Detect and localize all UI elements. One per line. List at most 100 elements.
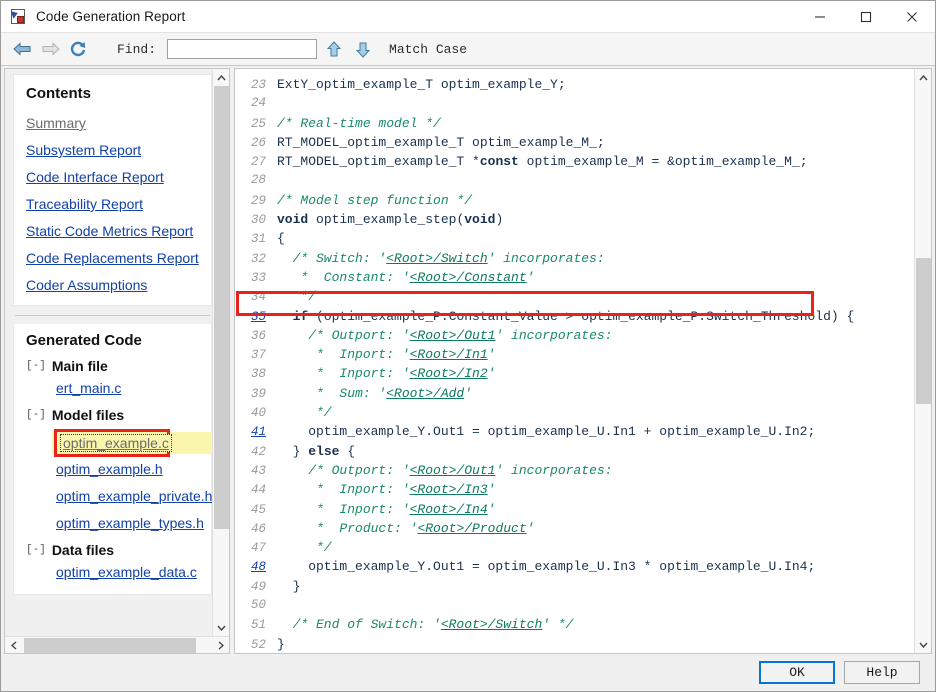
code-block-link[interactable]: <Root>/In3 [410,482,488,497]
code-comment: ' */ [542,617,574,633]
code-block-link[interactable]: <Root>/Product [417,521,526,536]
collapse-toggle-icon[interactable]: [-] [26,409,46,421]
down-arrow-icon[interactable] [351,37,375,61]
up-arrow-icon[interactable] [322,37,346,61]
code-line-text: if (optim_example_P.Constant_Value > opt… [277,307,914,326]
file-link-optim-example-c[interactable]: optim_example.c [60,434,172,452]
code-block-link[interactable]: <Root>/In1 [410,347,488,362]
report-icon [10,8,27,25]
code-line-number: 32 [250,251,266,266]
code-line: 43 /* Outport: '<Root>/Out1' incorporate… [235,461,914,480]
sidebar-hscroll-thumb[interactable] [24,637,196,653]
sidebar-horizontal-scrollbar[interactable] [5,636,229,653]
file-link-optim-example-h[interactable]: optim_example.h [56,461,163,477]
file-link-ert-main-c[interactable]: ert_main.c [56,380,121,396]
code-comment: /* Switch: ' [277,250,387,266]
sidebar-item-code-replacements-report[interactable]: Code Replacements Report [26,250,199,266]
code-line-text: ExtY_optim_example_T optim_example_Y; [277,75,914,94]
code-vertical-scrollbar[interactable] [914,69,931,653]
code-line-number: 29 [250,193,266,208]
code-block-link[interactable]: <Root>/Switch [441,617,542,632]
code-comment: ' [487,501,496,517]
close-icon[interactable] [889,1,935,33]
code-line-number: 37 [250,348,266,363]
code-block-link[interactable]: <Root>/Out1 [410,463,496,478]
sidebar-item-coder-assumptions[interactable]: Coder Assumptions [26,277,199,293]
match-case-label[interactable]: Match Case [389,42,467,57]
dialog-footer: OK Help [1,654,935,691]
code-line-text: * Inport: '<Root>/In1' [277,345,914,364]
generated-code-panel: Generated Code [-] Main file ert_main.c … [13,324,212,595]
code-comment: */ [277,540,332,556]
refresh-icon[interactable] [65,37,91,61]
window-title: Code Generation Report [36,9,186,24]
code-line-text: * Inport: '<Root>/In2' [277,364,914,383]
sidebar-scroll-thumb[interactable] [213,86,229,529]
code-block-link[interactable]: <Root>/Out1 [410,328,496,343]
tree-group-model-files[interactable]: [-] Model files [26,407,199,423]
code-listing: 23 ExtY_optim_example_T optim_example_Y; 2… [235,75,914,653]
scroll-down-icon[interactable] [213,619,230,636]
scroll-left-icon[interactable] [5,637,22,654]
code-block-link[interactable]: <Root>/In2 [410,366,488,381]
sidebar-item-summary[interactable]: Summary [26,115,199,131]
code-line-text: * Inport: '<Root>/In3' [277,480,914,499]
sidebar-vertical-scrollbar[interactable] [212,69,229,636]
help-button[interactable]: Help [844,661,920,684]
file-link-optim-example-types-h[interactable]: optim_example_types.h [56,515,204,531]
code-scroll-track[interactable] [915,86,932,636]
code-line-number-link[interactable]: 35 [235,308,277,327]
file-link-optim-example-private-h[interactable]: optim_example_private.h [56,488,212,504]
back-arrow-icon[interactable] [9,37,35,61]
code-line-text: /* Model step function */ [277,191,914,210]
code-text: } [277,578,301,594]
scroll-up-icon[interactable] [915,69,932,86]
code-line-number: 24 [250,96,266,111]
code-line-text: * Product: '<Root>/Product' [277,519,914,538]
code-text: RT_MODEL_optim_example_T optim_example_M… [277,134,605,150]
collapse-toggle-icon[interactable]: [-] [26,360,46,372]
minimize-icon[interactable] [797,1,843,33]
sidebar-item-traceability-report[interactable]: Traceability Report [26,196,199,212]
file-link-optim-example-data-c[interactable]: optim_example_data.c [56,564,197,580]
code-block-link[interactable]: <Root>/In4 [410,502,488,517]
code-comment: ' incorporates: [495,462,613,478]
collapse-toggle-icon[interactable]: [-] [26,544,46,556]
code-scroll-thumb[interactable] [915,258,931,404]
code-text: ExtY_optim_example_T optim_example_Y; [277,77,566,92]
sidebar-item-static-code-metrics-report[interactable]: Static Code Metrics Report [26,223,199,239]
sidebar-item-code-interface-report[interactable]: Code Interface Report [26,169,199,185]
ok-button[interactable]: OK [759,661,835,684]
scroll-up-icon[interactable] [213,69,230,86]
tree-group-data-files[interactable]: [-] Data files [26,542,199,558]
code-comment: * Inport: ' [277,347,410,363]
sidebar-item-subsystem-report[interactable]: Subsystem Report [26,142,199,158]
code-line-number-link[interactable]: 48 [235,558,277,577]
file-link-optim-example-c-row: optim_example.c [26,429,212,457]
toolbar: Find: Match Case [1,33,935,66]
search-input[interactable] [167,39,318,59]
code-comment: * Sum: ' [277,385,387,401]
code-block-link[interactable]: <Root>/Add [386,386,464,401]
maximize-icon[interactable] [843,1,889,33]
code-text: { [277,231,285,247]
code-keyword: void [277,212,309,228]
tree-group-main-file[interactable]: [-] Main file [26,358,199,374]
sidebar-hscroll-track[interactable] [22,637,212,654]
code-line-number: 49 [250,579,266,594]
code-line: 25 /* Real-time model */ [235,114,914,133]
code-line-number-link[interactable]: 41 [235,423,277,442]
code-line: 46 * Product: '<Root>/Product' [235,519,914,538]
scroll-down-icon[interactable] [915,636,932,653]
code-line-number: 46 [250,521,266,536]
code-line-number: 23 [250,78,266,92]
sidebar-scroll-track[interactable] [213,86,230,619]
code-comment: */ [277,405,332,421]
code-block-link[interactable]: <Root>/Constant [410,270,527,285]
code-line-number: 28 [250,173,266,188]
code-block-link[interactable]: <Root>/Switch [386,251,487,266]
code-line: 39 * Sum: '<Root>/Add' [235,384,914,403]
code-line-text: * Constant: '<Root>/Constant' [277,268,914,287]
code-line-number: 44 [250,483,266,498]
scroll-right-icon[interactable] [212,637,229,654]
